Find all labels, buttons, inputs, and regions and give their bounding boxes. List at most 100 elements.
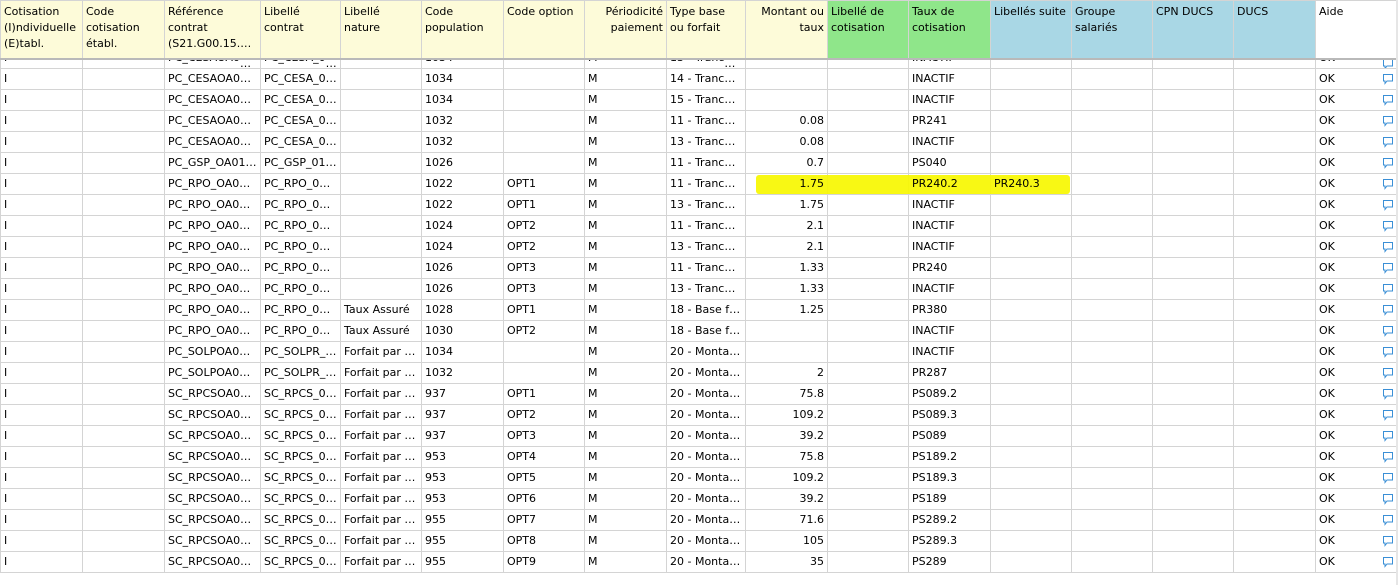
cell-reference-contrat[interactable]: PC_RPO_OA01… [164,236,261,258]
cell-cpn-ducs[interactable] [1152,58,1234,69]
cell-periodicite-paiement[interactable]: M [584,173,667,195]
table-row[interactable]: I SC_RPCSOA019… SC_RPCS_01… Forfait par … 95… [0,467,1398,489]
cell-libelle-cotisation[interactable] [827,467,909,489]
cell-type-base-forfait[interactable]: 14 - Tranch… [666,68,746,90]
column-header-aide[interactable]: Aide [1315,0,1398,60]
cell-reference-contrat[interactable]: PC_RPO_OA01… [164,215,261,237]
cell-taux-cotisation[interactable]: INACTIF [908,341,991,363]
cell-reference-contrat[interactable]: PC_CESAOA001… [164,131,261,153]
cell-libelle-contrat[interactable]: PC_SOLPR_… [260,341,341,363]
cell-cpn-ducs[interactable] [1152,278,1234,300]
cell-aide[interactable]: OK [1315,68,1398,90]
cell-libelle-contrat[interactable]: PC_CESA_01… [260,131,341,153]
comment-icon[interactable] [1382,346,1394,358]
table-row[interactable]: I PC_RPO_OA01… PC_RPO_01… 1022 OPT1 M 11 - Tra… [0,173,1398,195]
cell-taux-cotisation[interactable]: PS089.2 [908,383,991,405]
cell-libelle-nature[interactable]: Taux Assuré [340,320,422,342]
cell-montant-taux[interactable] [745,58,828,69]
column-header-groupe-salaries[interactable]: Groupe salariés [1071,0,1153,60]
cell-periodicite-paiement[interactable]: M [584,236,667,258]
cell-cpn-ducs[interactable] [1152,299,1234,321]
cell-cotisation-type[interactable]: I [0,425,83,447]
cell-libelle-cotisation[interactable] [827,131,909,153]
cell-cotisation-type[interactable]: I [0,68,83,90]
cell-code-option[interactable] [503,68,585,90]
cell-groupe-salaries[interactable] [1071,68,1153,90]
cell-code-population[interactable]: 1032 [421,131,504,153]
cell-code-cotisation-etabl[interactable] [82,551,165,573]
cell-cpn-ducs[interactable] [1152,488,1234,510]
cell-montant-taux[interactable]: 109.2 [745,404,828,426]
cell-code-population[interactable]: 1028 [421,299,504,321]
cell-code-population[interactable]: 1032 [421,362,504,384]
comment-icon[interactable] [1382,556,1394,568]
comment-icon[interactable] [1382,115,1394,127]
cell-code-cotisation-etabl[interactable] [82,530,165,552]
cell-taux-cotisation[interactable]: INACTIF [908,131,991,153]
cell-cpn-ducs[interactable] [1152,320,1234,342]
cell-ducs[interactable] [1233,58,1316,69]
cell-taux-cotisation[interactable]: INACTIF [908,236,991,258]
column-header-type-base-forfait[interactable]: Type base ou forfait [666,0,746,60]
cell-libelle-nature[interactable] [340,89,422,111]
cell-libelle-cotisation[interactable] [827,278,909,300]
cell-groupe-salaries[interactable] [1071,257,1153,279]
comment-icon[interactable] [1382,493,1394,505]
column-header-periodicite-paiement[interactable]: Périodicité paiement [584,0,667,60]
cell-libelles-suite[interactable] [990,215,1072,237]
table-row[interactable]: I PC_CESAOA001… PC_CESA_01… 1032 M 13 - Tranc… [0,131,1398,153]
cell-code-population[interactable]: 1024 [421,236,504,258]
table-row[interactable]: I PC_RPO_OA01… PC_RPO_01… 1026 OPT3 M 13 - Tra… [0,278,1398,300]
table-row[interactable]: I PC_RPO_OA01… PC_RPO_01… Taux Assuré 1030 OP… [0,320,1398,342]
cell-cpn-ducs[interactable] [1152,236,1234,258]
comment-icon[interactable] [1382,220,1394,232]
cell-libelles-suite[interactable] [990,152,1072,174]
cell-taux-cotisation[interactable]: PR380 [908,299,991,321]
column-header-montant-taux[interactable]: Montant ou taux [745,0,828,60]
cell-libelle-cotisation[interactable] [827,257,909,279]
cell-code-population[interactable]: 937 [421,425,504,447]
cell-taux-cotisation[interactable]: INACTIF [908,215,991,237]
cell-code-population[interactable]: 1034 [421,58,504,69]
cell-code-option[interactable] [503,89,585,111]
cell-reference-contrat[interactable]: PC_CESAOA001… [164,58,261,69]
cell-libelle-nature[interactable]: Forfait par … [340,425,422,447]
cell-code-cotisation-etabl[interactable] [82,488,165,510]
cell-type-base-forfait[interactable]: 20 - Montan… [666,362,746,384]
table-row[interactable]: I PC_GSP_OA019… PC_GSP_01/… 1026 M 11 - Tranc… [0,152,1398,174]
cell-code-population[interactable]: 953 [421,446,504,468]
cell-aide[interactable]: OK [1315,215,1398,237]
cell-montant-taux[interactable]: 2.1 [745,236,828,258]
cell-libelle-contrat[interactable]: PC_CESA_01… [260,58,341,69]
cell-cpn-ducs[interactable] [1152,215,1234,237]
cell-montant-taux[interactable]: 2.1 [745,215,828,237]
cell-code-cotisation-etabl[interactable] [82,68,165,90]
cell-code-population[interactable]: 1022 [421,194,504,216]
cell-periodicite-paiement[interactable]: M [584,446,667,468]
cell-libelle-nature[interactable]: Forfait par … [340,341,422,363]
cell-aide[interactable]: OK [1315,467,1398,489]
cell-periodicite-paiement[interactable]: M [584,68,667,90]
cell-aide[interactable]: OK [1315,131,1398,153]
cell-cpn-ducs[interactable] [1152,383,1234,405]
cell-aide[interactable]: OK [1315,362,1398,384]
cell-libelles-suite[interactable] [990,68,1072,90]
cell-type-base-forfait[interactable]: 18 - Base fo… [666,299,746,321]
cell-libelle-cotisation[interactable] [827,425,909,447]
cell-libelle-nature[interactable] [340,173,422,195]
cell-montant-taux[interactable]: 2 [745,362,828,384]
table-row[interactable]: I SC_RPCSOA019… SC_RPCS_01… Forfait par … 95… [0,530,1398,552]
cell-groupe-salaries[interactable] [1071,299,1153,321]
table-row[interactable]: I SC_RPCSOA019… SC_RPCS_01… Forfait par … 95… [0,551,1398,573]
cell-montant-taux[interactable]: 75.8 [745,446,828,468]
cell-libelle-nature[interactable] [340,215,422,237]
cell-libelle-nature[interactable] [340,110,422,132]
cell-ducs[interactable] [1233,551,1316,573]
cell-code-cotisation-etabl[interactable] [82,58,165,69]
cell-code-cotisation-etabl[interactable] [82,110,165,132]
cell-aide[interactable]: OK [1315,110,1398,132]
cell-libelle-nature[interactable] [340,68,422,90]
cell-taux-cotisation[interactable]: PS289 [908,551,991,573]
cell-taux-cotisation[interactable]: INACTIF [908,89,991,111]
cell-cpn-ducs[interactable] [1152,467,1234,489]
